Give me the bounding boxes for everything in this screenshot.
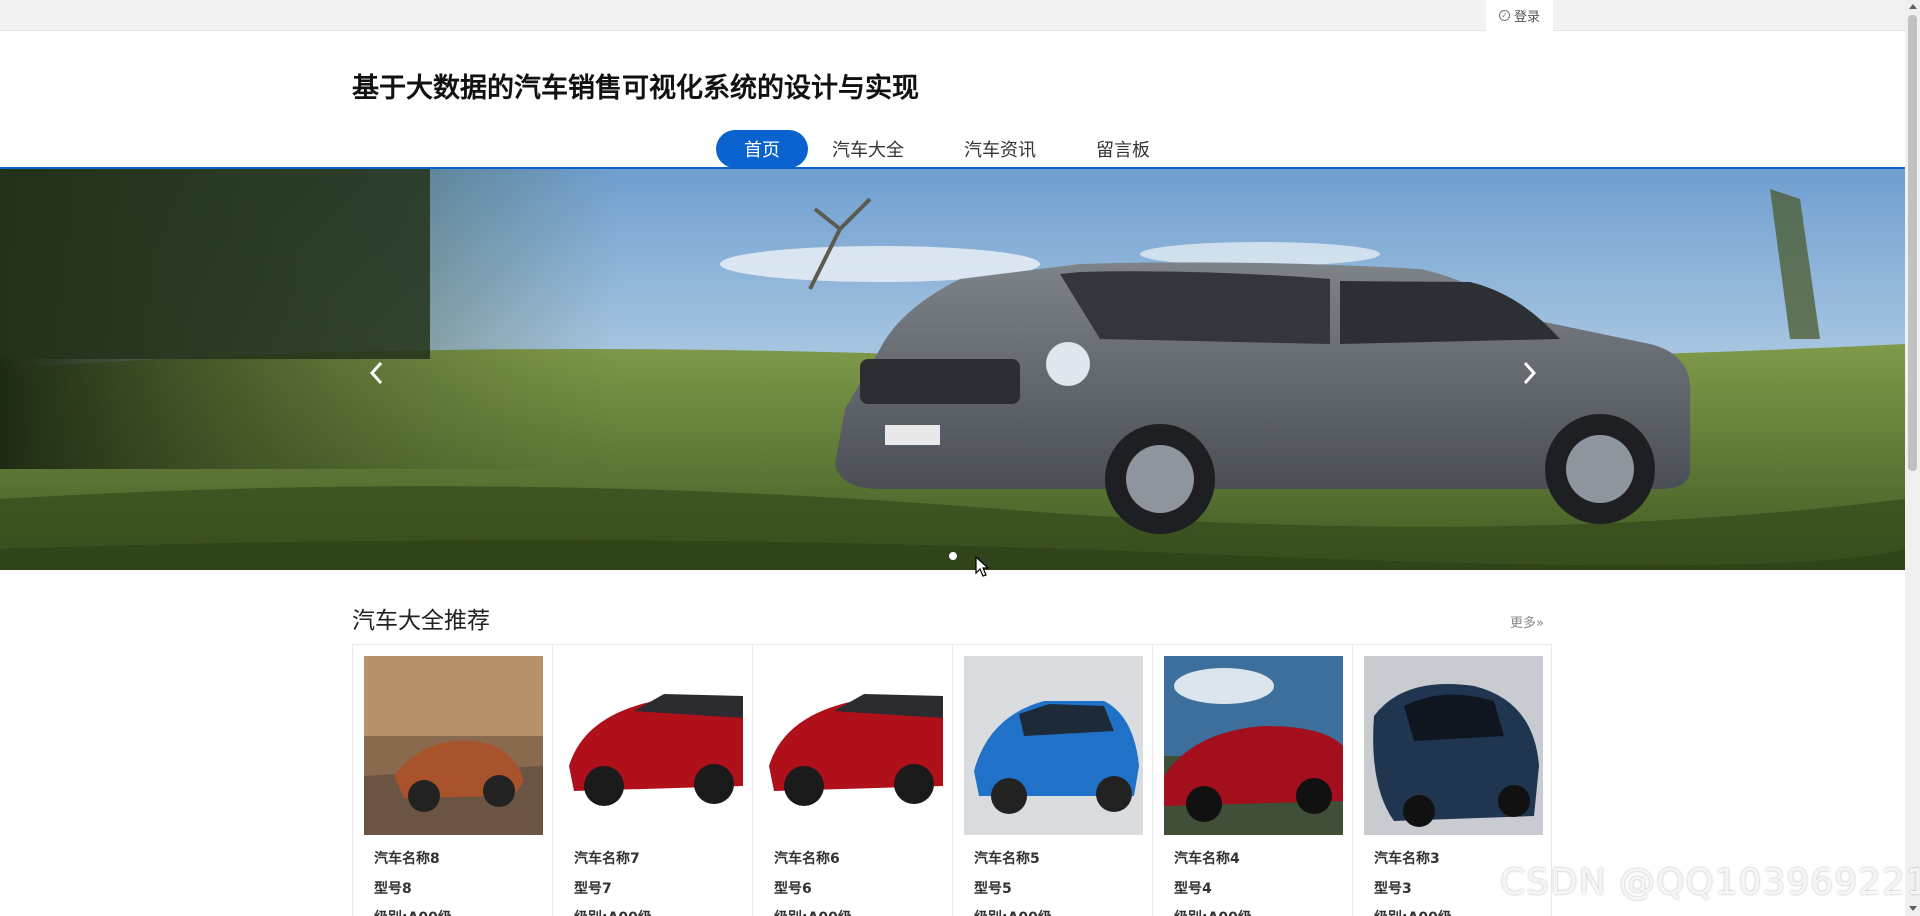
main-nav: 首页 汽车大全 汽车资讯 留言板	[716, 130, 1188, 168]
car-model: 型号7	[574, 881, 612, 897]
nav-item-car-news[interactable]: 汽车资讯	[942, 130, 1058, 168]
car-image	[764, 656, 943, 835]
nav-item-car-list[interactable]: 汽车大全	[810, 130, 926, 168]
car-level: 级别:A00级	[974, 907, 1052, 916]
car-model: 型号8	[374, 881, 412, 897]
car-model: 型号5	[974, 881, 1012, 897]
carousel-next-button[interactable]	[1515, 355, 1545, 391]
car-level: 级别:A00级	[1174, 907, 1252, 916]
car-name: 汽车名称6	[774, 851, 840, 867]
car-level: 级别:A00级	[374, 907, 452, 916]
top-bar: ✓ 登录	[0, 0, 1905, 31]
watermark: CSDN @QQ1039692211	[1500, 862, 1920, 903]
login-link[interactable]: ✓ 登录	[1486, 0, 1553, 31]
car-card[interactable]: 汽车名称5 型号5 级别:A00级	[953, 645, 1153, 916]
nav-item-home[interactable]: 首页	[716, 130, 808, 168]
vertical-scrollbar[interactable]	[1905, 0, 1920, 916]
car-name: 汽车名称3	[1374, 851, 1440, 867]
car-level: 级别:A00级	[574, 907, 652, 916]
carousel-indicator-dot[interactable]	[949, 552, 957, 560]
scrollbar-thumb[interactable]	[1908, 15, 1917, 471]
mouse-cursor-icon	[975, 556, 989, 577]
more-link[interactable]: 更多»	[1510, 612, 1544, 631]
car-card[interactable]: 汽车名称7 型号7 级别:A00级	[553, 645, 753, 916]
car-card[interactable]: 汽车名称6 型号6 级别:A00级	[753, 645, 953, 916]
car-model: 型号3	[1374, 881, 1412, 897]
scroll-down-arrow-icon[interactable]	[1909, 906, 1917, 911]
car-model: 型号4	[1174, 881, 1212, 897]
car-level: 级别:A00级	[774, 907, 852, 916]
section-title: 汽车大全推荐	[352, 608, 490, 634]
chevron-right-icon	[1523, 361, 1537, 385]
hero-carousel[interactable]	[0, 169, 1905, 570]
car-image	[964, 656, 1143, 835]
nav-item-message-board[interactable]: 留言板	[1074, 130, 1172, 168]
car-name: 汽车名称4	[1174, 851, 1240, 867]
carousel-prev-button[interactable]	[361, 355, 391, 391]
site-title: 基于大数据的汽车销售可视化系统的设计与实现	[352, 73, 919, 104]
scroll-up-arrow-icon[interactable]	[1909, 4, 1917, 9]
login-label: 登录	[1513, 10, 1540, 25]
car-card[interactable]: 汽车名称4 型号4 级别:A00级	[1153, 645, 1353, 916]
car-image	[1364, 656, 1543, 835]
car-name: 汽车名称7	[574, 851, 640, 867]
car-card[interactable]: 汽车名称8 型号8 级别:A00级	[353, 645, 553, 916]
car-card-list: 汽车名称8 型号8 级别:A00级 汽车名称7 型号7 级别:A00级 汽车名称…	[352, 644, 1552, 916]
chevron-left-icon	[369, 361, 383, 385]
car-image	[364, 656, 543, 835]
car-image	[564, 656, 743, 835]
car-image	[1164, 656, 1343, 835]
banner-image	[0, 169, 1905, 570]
car-level: 级别:A00级	[1374, 907, 1452, 916]
car-model: 型号6	[774, 881, 812, 897]
check-circle-icon: ✓	[1498, 10, 1510, 21]
car-name: 汽车名称8	[374, 851, 440, 867]
car-name: 汽车名称5	[974, 851, 1040, 867]
